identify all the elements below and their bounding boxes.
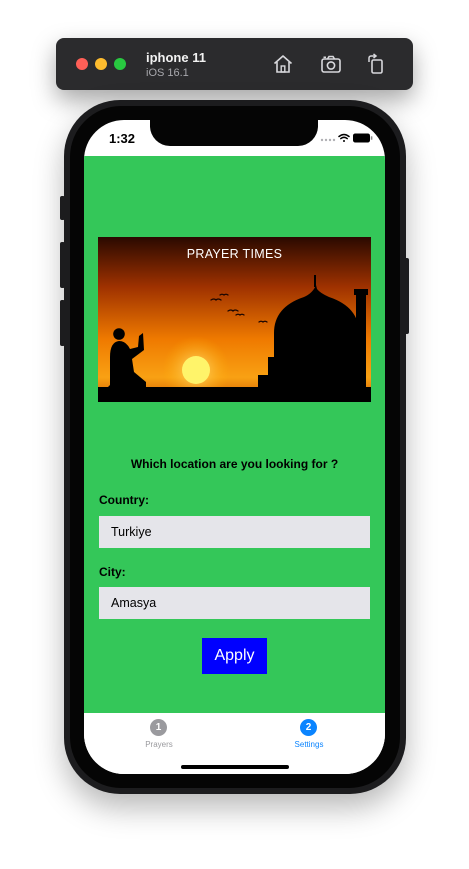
status-icons: [320, 133, 373, 143]
close-window-button[interactable]: [76, 58, 88, 70]
location-question: Which location are you looking for ?: [130, 457, 339, 471]
city-input[interactable]: [99, 587, 370, 619]
tab-prayers[interactable]: 1 Prayers: [84, 713, 234, 763]
mute-switch: [60, 196, 65, 220]
notch: [150, 120, 318, 146]
status-time: 1:32: [109, 131, 136, 146]
country-input[interactable]: [99, 516, 370, 548]
home-icon[interactable]: [271, 52, 295, 76]
tab-prayers-label: Prayers: [145, 740, 173, 749]
screenshot-icon[interactable]: [319, 52, 343, 76]
simulator-toolbar: iphone 11 iOS 16.1: [56, 38, 413, 90]
zoom-window-button[interactable]: [114, 58, 126, 70]
apply-button[interactable]: Apply: [202, 638, 267, 674]
city-label: City:: [99, 565, 126, 579]
tab-settings-badge: 2: [300, 719, 317, 736]
battery-icon: [353, 133, 373, 143]
sunset-mosque-image: [98, 237, 371, 402]
tab-settings[interactable]: 2 Settings: [234, 713, 384, 763]
os-version: iOS 16.1: [146, 67, 189, 79]
settings-view: PRAYER TIMES Which location are you look…: [84, 156, 385, 713]
volume-up-button: [60, 242, 65, 288]
rotate-icon[interactable]: [364, 52, 388, 76]
country-label: Country:: [99, 493, 149, 507]
banner-title: PRAYER TIMES: [186, 247, 283, 261]
tab-settings-label: Settings: [294, 740, 324, 749]
device-name: iphone 11: [146, 50, 206, 65]
wifi-icon: [338, 133, 350, 142]
tab-prayers-badge: 1: [150, 719, 167, 736]
prayer-banner: PRAYER TIMES: [98, 237, 371, 402]
power-button: [404, 258, 409, 334]
phone-screen: 1:32 PRAYER TIMES Which location are you…: [84, 120, 385, 774]
volume-down-button: [60, 300, 65, 346]
home-indicator[interactable]: [181, 765, 289, 769]
minimize-window-button[interactable]: [95, 58, 107, 70]
signal-dots-icon: [320, 138, 336, 142]
